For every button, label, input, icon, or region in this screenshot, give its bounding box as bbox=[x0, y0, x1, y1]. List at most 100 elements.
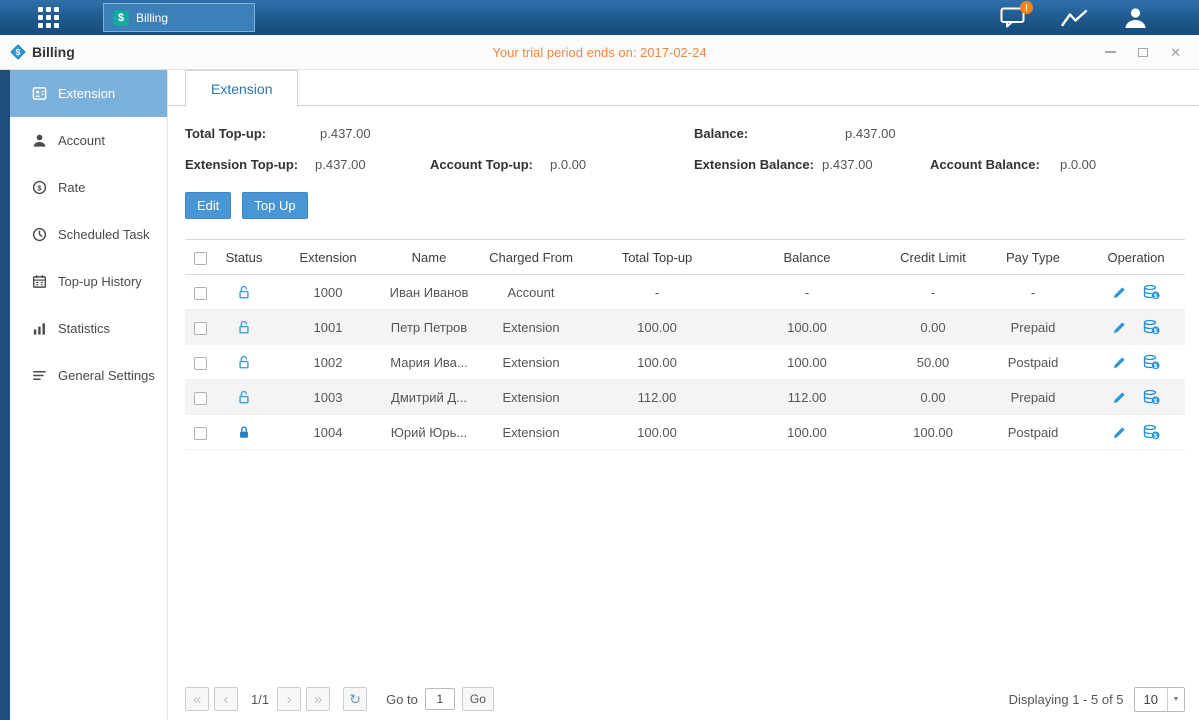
notification-badge: ! bbox=[1020, 1, 1033, 14]
edit-extension-button[interactable] bbox=[1112, 354, 1127, 370]
unlocked-icon bbox=[237, 389, 251, 405]
account-topup-label: Account Top-up: bbox=[430, 157, 550, 172]
reports-chart-icon[interactable] bbox=[1061, 8, 1088, 28]
billing-app-tab[interactable]: $ Billing bbox=[103, 3, 255, 32]
status-cell bbox=[215, 310, 273, 345]
svg-text:$: $ bbox=[1154, 363, 1158, 370]
account-balance-value: p.0.00 bbox=[1060, 157, 1096, 172]
sidebar-item-rate[interactable]: $ Rate bbox=[10, 164, 167, 211]
coins-topup-icon: $ bbox=[1143, 389, 1160, 405]
edit-extension-button[interactable] bbox=[1112, 389, 1127, 405]
charged-from-cell: Account bbox=[475, 275, 587, 310]
header-charged-from: Charged From bbox=[475, 240, 587, 275]
header-extension: Extension bbox=[273, 240, 383, 275]
svg-text:$: $ bbox=[1154, 328, 1158, 335]
topbar: $ Billing ! bbox=[0, 0, 1199, 35]
apps-grid-icon[interactable] bbox=[38, 7, 59, 28]
credit-limit-cell: 0.00 bbox=[887, 380, 979, 415]
topup-extension-button[interactable]: $ bbox=[1143, 389, 1160, 406]
balance-cell: - bbox=[727, 275, 887, 310]
extension-topup-label: Extension Top-up: bbox=[185, 157, 315, 172]
sidebar-item-statistics[interactable]: Statistics bbox=[10, 305, 167, 352]
status-cell bbox=[215, 415, 273, 450]
svg-text:$: $ bbox=[16, 48, 21, 57]
topup-extension-button[interactable]: $ bbox=[1143, 284, 1160, 301]
header-operation: Operation bbox=[1087, 240, 1185, 275]
edit-extension-button[interactable] bbox=[1112, 319, 1127, 335]
credit-limit-cell: 0.00 bbox=[887, 310, 979, 345]
name-cell: Мария Ива... bbox=[383, 345, 475, 380]
row-checkbox[interactable] bbox=[194, 392, 207, 405]
svg-text:$: $ bbox=[1154, 433, 1158, 440]
balance-cell: 100.00 bbox=[727, 310, 887, 345]
close-icon[interactable]: ✕ bbox=[1170, 46, 1181, 59]
charged-from-cell: Extension bbox=[475, 310, 587, 345]
edit-extension-button[interactable] bbox=[1112, 284, 1127, 300]
clock-icon bbox=[32, 227, 47, 242]
dollar-circle-icon: $ bbox=[32, 180, 47, 195]
pay-type-cell: Prepaid bbox=[979, 380, 1087, 415]
extension-topup-value: p.437.00 bbox=[315, 157, 430, 172]
coins-topup-icon: $ bbox=[1143, 284, 1160, 300]
coins-topup-icon: $ bbox=[1143, 424, 1160, 440]
extension-cell: 1001 bbox=[273, 310, 383, 345]
topup-extension-button[interactable]: $ bbox=[1143, 424, 1160, 441]
topup-extension-button[interactable]: $ bbox=[1143, 319, 1160, 336]
billing-logo-icon: $ bbox=[10, 44, 26, 60]
table-row: 1002 Мария Ива... Extension 100.00 100.0… bbox=[185, 345, 1185, 380]
total-topup-cell: 100.00 bbox=[587, 415, 727, 450]
topup-extension-button[interactable]: $ bbox=[1143, 354, 1160, 371]
goto-label: Go to bbox=[386, 692, 418, 707]
unlocked-icon bbox=[237, 354, 251, 370]
sidebar-item-label: General Settings bbox=[58, 368, 155, 383]
window-controls: ✕ bbox=[1105, 46, 1181, 59]
refresh-icon[interactable]: ↻ bbox=[343, 687, 367, 711]
prev-page-button[interactable]: ‹ bbox=[214, 687, 238, 711]
table-row: 1001 Петр Петров Extension 100.00 100.00… bbox=[185, 310, 1185, 345]
sidebar-item-label: Top-up History bbox=[58, 274, 142, 289]
last-page-button[interactable]: » bbox=[306, 687, 330, 711]
main-content: Extension Total Top-up: p.437.00 Balance… bbox=[168, 70, 1199, 720]
tab-extension[interactable]: Extension bbox=[185, 70, 298, 107]
titlebar: $ Billing Your trial period ends on: 201… bbox=[0, 35, 1199, 70]
sidebar-item-scheduled-task[interactable]: Scheduled Task bbox=[10, 211, 167, 258]
coins-topup-icon: $ bbox=[1143, 354, 1160, 370]
next-page-button[interactable]: › bbox=[277, 687, 301, 711]
sidebar-item-account[interactable]: Account bbox=[10, 117, 167, 164]
person-icon bbox=[32, 133, 47, 148]
action-buttons: Edit Top Up bbox=[185, 192, 1185, 219]
sidebar-item-topup-history[interactable]: Top-up History bbox=[10, 258, 167, 305]
header-total-topup: Total Top-up bbox=[587, 240, 727, 275]
settings-lines-icon bbox=[32, 368, 47, 383]
messages-icon[interactable]: ! bbox=[1000, 7, 1025, 28]
pencil-icon bbox=[1112, 320, 1127, 335]
sidebar-item-general-settings[interactable]: General Settings bbox=[10, 352, 167, 399]
edit-button[interactable]: Edit bbox=[185, 192, 231, 219]
table-row: 1003 Дмитрий Д... Extension 112.00 112.0… bbox=[185, 380, 1185, 415]
pagination-bar: « ‹ 1/1 › » ↻ Go to Go Displaying 1 - 5 … bbox=[185, 686, 1185, 712]
credit-limit-cell: 100.00 bbox=[887, 415, 979, 450]
row-checkbox[interactable] bbox=[194, 357, 207, 370]
top-up-button[interactable]: Top Up bbox=[242, 192, 307, 219]
sidebar-item-extension[interactable]: Extension bbox=[10, 70, 167, 117]
trial-notice: Your trial period ends on: 2017-02-24 bbox=[0, 45, 1199, 60]
total-topup-cell: 100.00 bbox=[587, 310, 727, 345]
edit-extension-button[interactable] bbox=[1112, 424, 1127, 440]
select-all-checkbox[interactable] bbox=[194, 252, 207, 265]
extension-book-icon bbox=[32, 86, 47, 101]
first-page-button[interactable]: « bbox=[185, 687, 209, 711]
goto-page-input[interactable] bbox=[425, 688, 455, 710]
row-checkbox[interactable] bbox=[194, 287, 207, 300]
total-topup-label: Total Top-up: bbox=[185, 126, 320, 141]
svg-text:$: $ bbox=[1154, 293, 1158, 300]
row-checkbox[interactable] bbox=[194, 322, 207, 335]
minimize-icon[interactable] bbox=[1105, 51, 1116, 53]
locked-icon bbox=[237, 424, 251, 440]
go-button[interactable]: Go bbox=[462, 687, 494, 711]
page-size-select[interactable]: 10 ▼ bbox=[1134, 687, 1185, 712]
maximize-icon[interactable] bbox=[1138, 48, 1148, 57]
user-account-icon[interactable] bbox=[1124, 7, 1147, 28]
chevron-down-icon: ▼ bbox=[1167, 688, 1184, 711]
row-checkbox[interactable] bbox=[194, 427, 207, 440]
total-topup-cell: - bbox=[587, 275, 727, 310]
